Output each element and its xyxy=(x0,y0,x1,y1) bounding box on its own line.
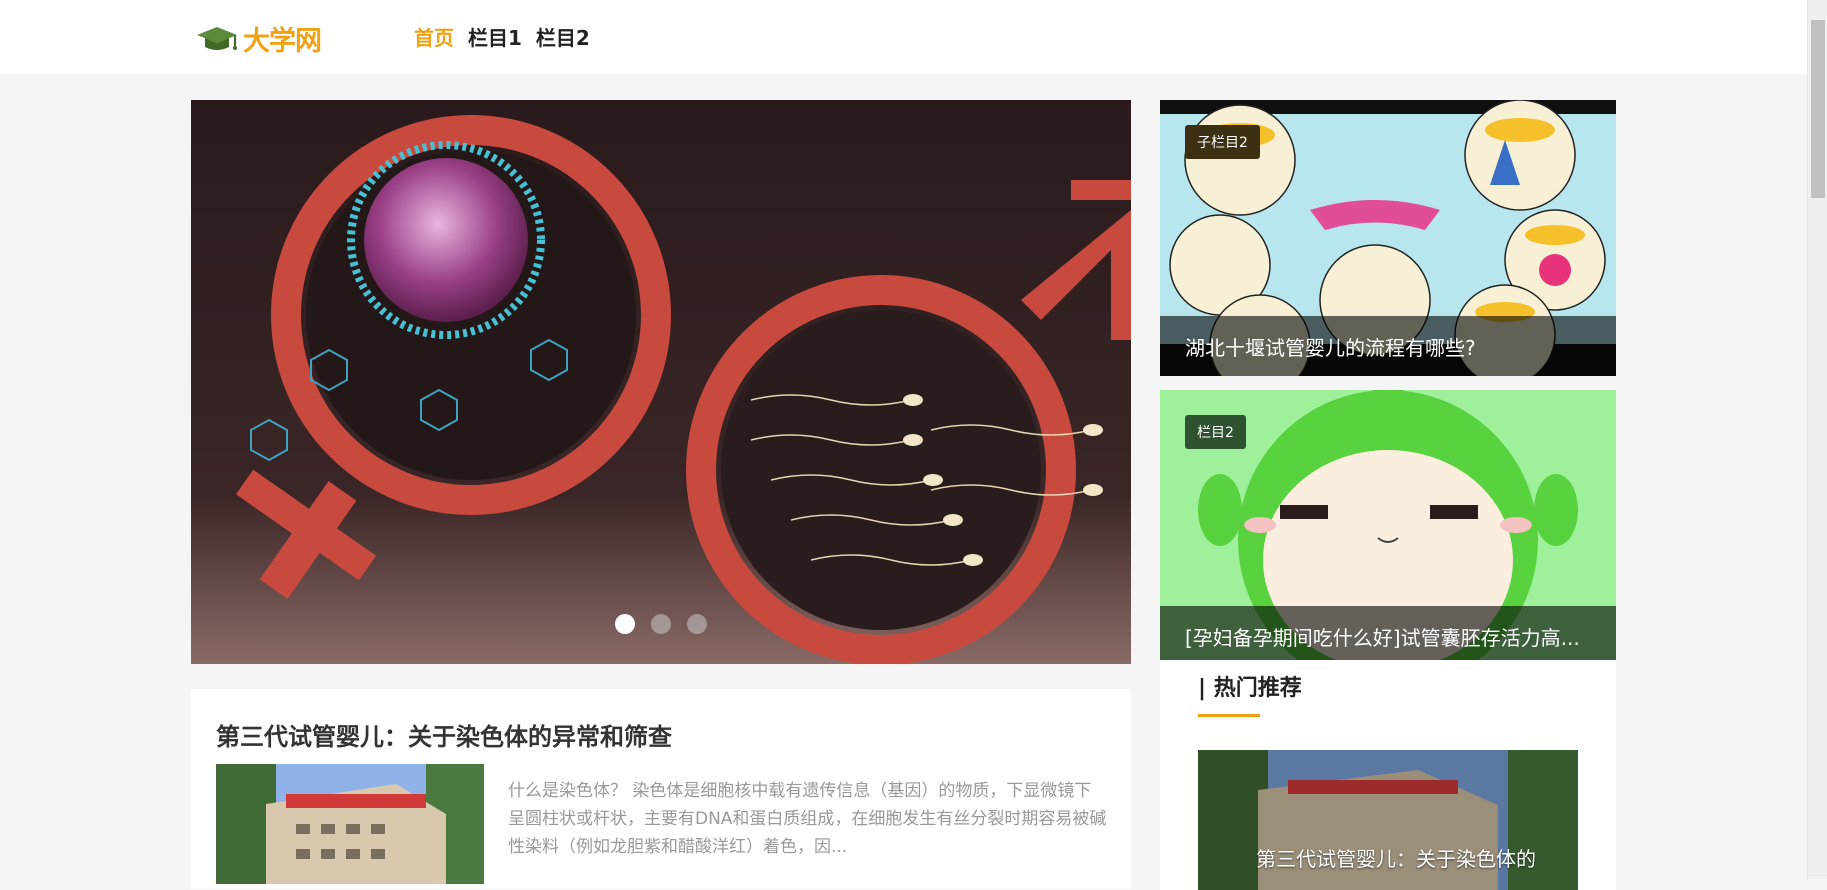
nav-item-home[interactable]: 首页 xyxy=(414,22,454,51)
carousel-dot-1[interactable] xyxy=(615,614,635,634)
graduation-cap-icon xyxy=(197,27,237,50)
main-nav: 首页 栏目1 栏目2 xyxy=(414,22,590,51)
carousel-slide-image xyxy=(191,100,1131,664)
hot-recommend-panel: | 热门推荐 第三代试管婴儿：关于染色体的 xyxy=(1160,660,1616,890)
nav-item-column2[interactable]: 栏目2 xyxy=(536,22,590,51)
page-scrollbar[interactable] xyxy=(1807,0,1827,879)
site-logo[interactable]: 大学网 xyxy=(195,18,340,58)
article-thumbnail-image xyxy=(216,764,484,884)
feature-card-1[interactable]: 子栏目2 湖北十堰试管婴儿的流程有哪些? xyxy=(1160,100,1616,376)
logo-text: 大学网 xyxy=(243,25,322,57)
feature-card-2[interactable]: 栏目2 [孕妇备孕期间吃什么好]试管囊胚存活力高... xyxy=(1160,390,1616,666)
article-title[interactable]: 第三代试管婴儿：关于染色体的异常和筛查 xyxy=(216,717,1106,752)
carousel-pagination xyxy=(191,614,1131,634)
carousel-dot-2[interactable] xyxy=(651,614,671,634)
carousel-dot-3[interactable] xyxy=(687,614,707,634)
article-card: 第三代试管婴儿：关于染色体的异常和筛查 什么是染色体？ 染色体是细胞核中载有遗传… xyxy=(191,689,1131,889)
site-header: 大学网 首页 栏目1 栏目2 xyxy=(0,0,1807,74)
hot-recommend-title: | 热门推荐 xyxy=(1198,676,1302,701)
feature-card-1-tag[interactable]: 子栏目2 xyxy=(1185,125,1260,159)
hero-carousel[interactable] xyxy=(191,100,1131,664)
article-thumbnail[interactable] xyxy=(216,764,484,884)
nav-item-column1[interactable]: 栏目1 xyxy=(468,22,522,51)
hot-recommend-caption[interactable]: 第三代试管婴儿：关于染色体的 xyxy=(1256,843,1536,872)
scrollbar-thumb[interactable] xyxy=(1811,20,1825,198)
feature-card-1-caption[interactable]: 湖北十堰试管婴儿的流程有哪些? xyxy=(1160,316,1616,376)
hot-recommend-item[interactable]: 第三代试管婴儿：关于染色体的 xyxy=(1198,750,1578,890)
hot-recommend-underline xyxy=(1198,714,1260,717)
feature-card-2-tag[interactable]: 栏目2 xyxy=(1185,415,1246,449)
feature-card-2-caption[interactable]: [孕妇备孕期间吃什么好]试管囊胚存活力高... xyxy=(1160,606,1616,666)
article-summary: 什么是染色体？ 染色体是细胞核中载有遗传信息（基因）的物质，下显微镜下呈圆柱状或… xyxy=(508,781,1107,857)
